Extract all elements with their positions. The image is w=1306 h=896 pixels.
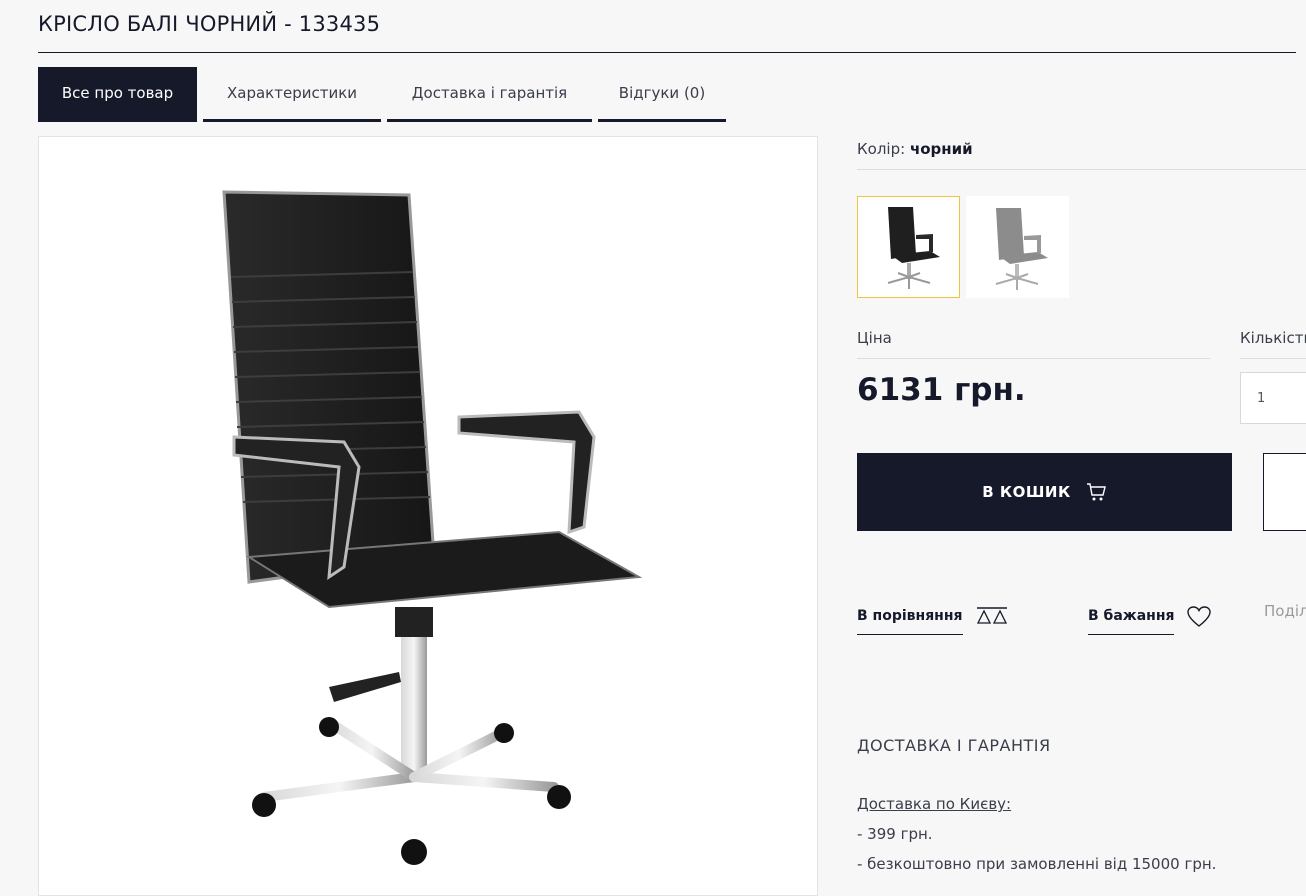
color-swatch-gray[interactable] — [966, 196, 1069, 298]
quantity-input[interactable] — [1240, 372, 1306, 424]
color-label: Колір: чорний — [857, 140, 973, 158]
color-divider — [857, 169, 1306, 170]
price-value: 6131 грн. — [857, 372, 1026, 408]
buy-one-click-button[interactable] — [1263, 453, 1306, 531]
add-to-cart-button[interactable]: В КОШИК — [857, 453, 1232, 531]
wishlist-link[interactable]: В бажання — [1088, 598, 1212, 635]
product-image-chair — [222, 190, 643, 865]
compare-link[interactable]: В порівняння — [857, 598, 1009, 635]
title-divider — [38, 52, 1296, 53]
quantity-label: Кількість — [1240, 329, 1306, 347]
page-title: КРІСЛО БАЛІ ЧОРНИЙ - 133435 — [38, 12, 381, 36]
compare-scales-icon — [976, 606, 1007, 624]
cart-icon — [1086, 483, 1106, 501]
delivery-line: - 399 грн. — [857, 825, 933, 843]
chair-thumbnail-gray — [995, 208, 1048, 290]
tab-delivery-warranty[interactable]: Доставка і гарантія — [387, 67, 592, 122]
delivery-line: - безкоштовно при замовленні від 15000 г… — [857, 855, 1217, 873]
quantity-divider — [1240, 358, 1306, 359]
wishlist-label: В бажання — [1088, 608, 1175, 635]
color-value: чорний — [909, 140, 973, 158]
compare-label: В порівняння — [857, 608, 963, 635]
product-image-frame[interactable] — [38, 136, 818, 896]
tab-characteristics[interactable]: Характеристики — [203, 67, 381, 122]
heart-icon — [1187, 605, 1212, 627]
price-label: Ціна — [857, 329, 892, 347]
color-swatch-black[interactable] — [857, 196, 960, 298]
delivery-heading: ДОСТАВКА І ГАРАНТІЯ — [857, 736, 1051, 755]
tab-reviews[interactable]: Відгуки (0) — [598, 67, 726, 122]
product-tabs: Все про товар Характеристики Доставка і … — [38, 67, 726, 122]
share-link[interactable]: Поділитися — [1264, 602, 1306, 620]
chair-thumbnail-black — [887, 207, 940, 289]
price-divider — [857, 358, 1210, 359]
kyiv-delivery-link[interactable]: Доставка по Києву: — [857, 795, 1011, 813]
tab-all-about-product[interactable]: Все про товар — [38, 67, 197, 122]
add-to-cart-label: В КОШИК — [982, 483, 1071, 501]
